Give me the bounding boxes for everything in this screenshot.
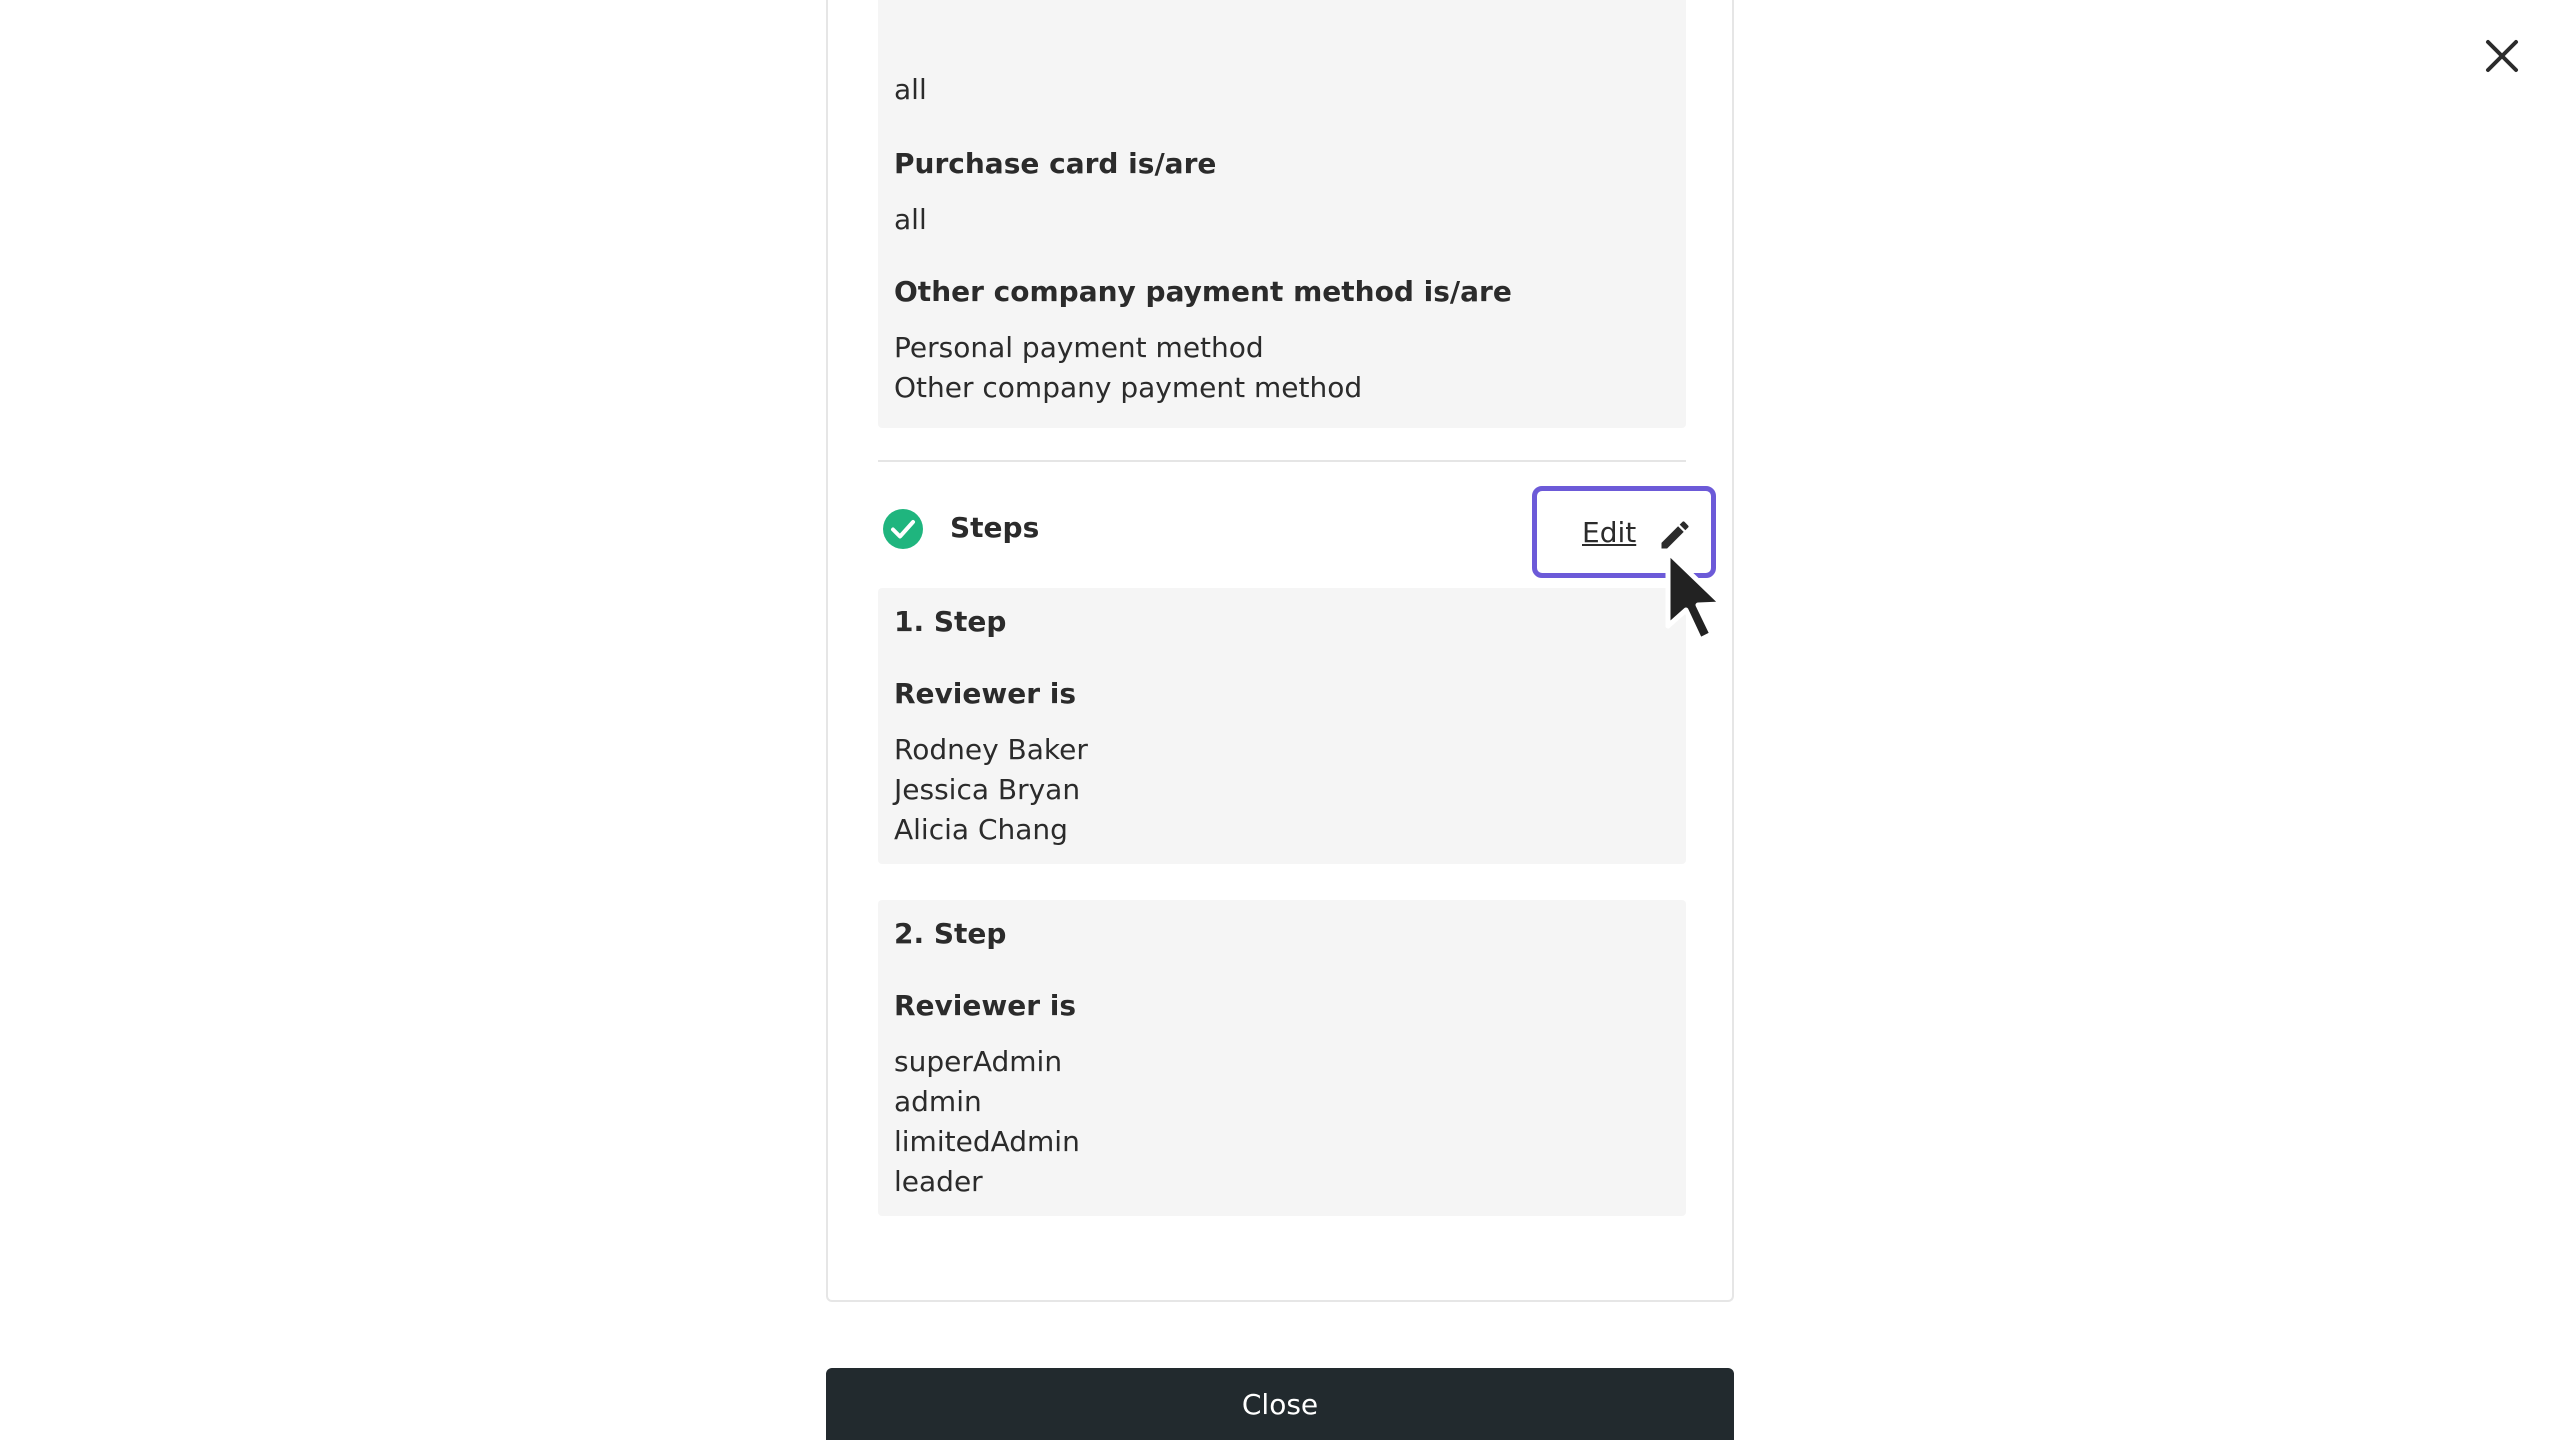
approval-flow-summary-panel: all Purchase card is/are all Other compa… (826, 0, 1734, 1302)
reviewer-name: superAdmin (894, 1045, 1063, 1078)
close-button[interactable]: Close (826, 1368, 1734, 1440)
reviewer-name: limitedAdmin (894, 1125, 1080, 1158)
check-circle-icon (883, 509, 923, 549)
reviewer-name: admin (894, 1085, 982, 1118)
close-icon[interactable] (2476, 30, 2528, 82)
step-title: 1. Step (894, 605, 1007, 638)
purchase-card-label: Purchase card is/are (894, 147, 1217, 180)
edit-steps-button[interactable]: Edit (1532, 486, 1716, 578)
other-payment-value: Personal payment method (894, 331, 1264, 364)
pencil-icon (1661, 521, 1689, 549)
conditions-box: all Purchase card is/are all Other compa… (878, 0, 1686, 428)
step-card: 1. Step Reviewer is Rodney Baker Jessica… (878, 588, 1686, 864)
purchase-card-value: all (894, 203, 927, 236)
steps-title: Steps (950, 511, 1040, 544)
section-divider (878, 460, 1686, 462)
step-title: 2. Step (894, 917, 1007, 950)
reviewer-label: Reviewer is (894, 677, 1077, 710)
step-card: 2. Step Reviewer is superAdmin admin lim… (878, 900, 1686, 1216)
other-payment-value: Other company payment method (894, 371, 1363, 404)
reviewer-name: Jessica Bryan (894, 773, 1081, 806)
reviewer-label: Reviewer is (894, 989, 1077, 1022)
approval-flow-dialog: all Purchase card is/are all Other compa… (0, 0, 2560, 1440)
reviewer-name: Rodney Baker (894, 733, 1088, 766)
partial-condition-value: all (894, 73, 927, 106)
reviewer-name: Alicia Chang (894, 813, 1068, 846)
reviewer-name: leader (894, 1165, 983, 1198)
edit-label: Edit (1582, 516, 1637, 549)
other-payment-label: Other company payment method is/are (894, 275, 1512, 308)
